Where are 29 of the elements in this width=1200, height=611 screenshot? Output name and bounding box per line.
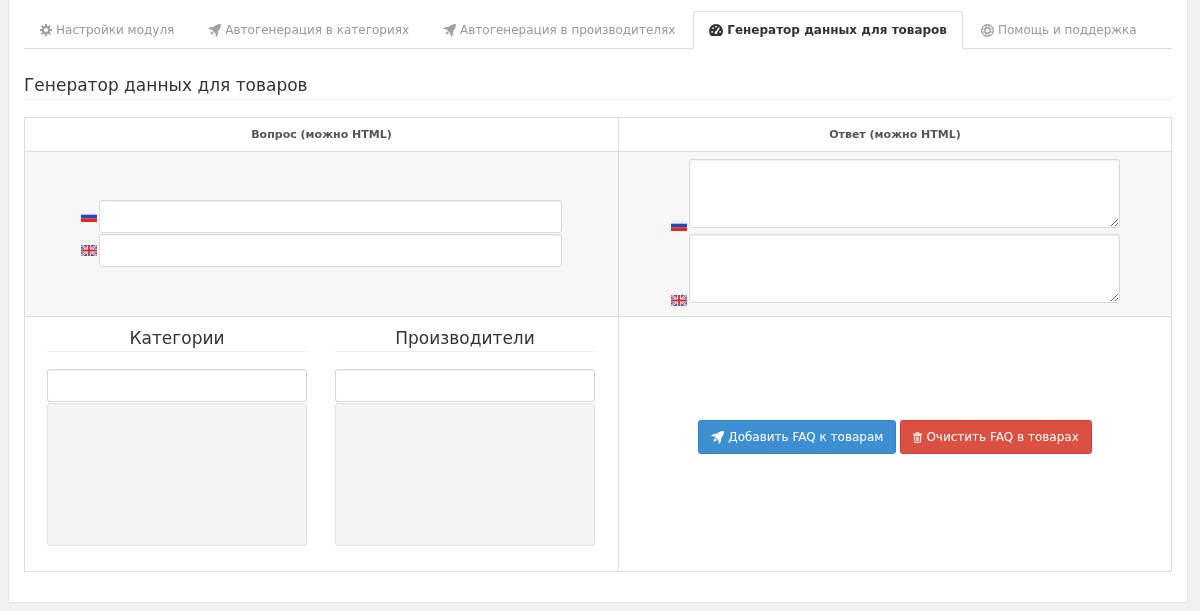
life-ring-icon <box>980 23 994 37</box>
rocket-icon <box>711 430 725 444</box>
column-header: Вопрос (можно HTML) <box>25 118 619 152</box>
tab[interactable]: Помощь и поддержка <box>964 11 1153 49</box>
section-title: Генератор данных для товаров <box>24 75 308 95</box>
tab[interactable]: Генератор данных для товаров <box>693 11 963 49</box>
tab[interactable]: Настройки модуля <box>24 11 191 49</box>
list-box[interactable] <box>47 403 307 546</box>
add-faq-button[interactable]: Добавить FAQ к товарам <box>698 420 897 454</box>
answer-textarea[interactable] <box>688 159 1120 228</box>
tab[interactable]: Автогенерация в производителях <box>427 11 692 49</box>
list-box[interactable] <box>335 403 595 546</box>
british-flag-icon <box>670 295 687 306</box>
filter-title: Категории <box>129 328 225 348</box>
filter-title: Производители <box>395 328 535 348</box>
filter-input[interactable] <box>335 369 595 402</box>
british-flag-icon <box>81 245 97 256</box>
question-input[interactable] <box>99 200 562 233</box>
column-header: Ответ (можно HTML) <box>619 118 1172 152</box>
trash-icon <box>913 431 923 443</box>
rocket-icon <box>208 23 222 37</box>
gauge-icon <box>709 24 724 36</box>
gear-icon <box>40 24 52 36</box>
rocket-icon <box>443 23 456 37</box>
clear-faq-button[interactable]: Очистить FAQ в товарах <box>900 420 1092 454</box>
filter-input[interactable] <box>47 369 307 402</box>
answer-textarea[interactable] <box>688 234 1120 303</box>
question-input[interactable] <box>99 234 562 267</box>
tab[interactable]: Автогенерация в категориях <box>192 11 425 49</box>
